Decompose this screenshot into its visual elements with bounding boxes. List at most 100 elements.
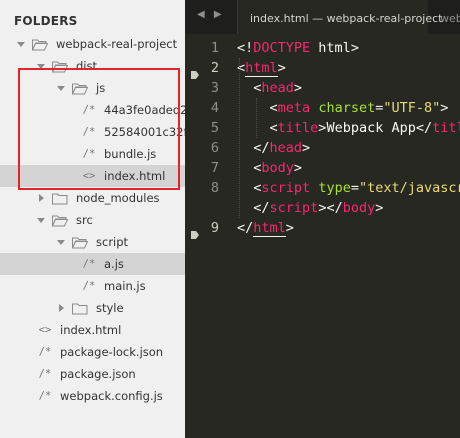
code-token: ></ (318, 200, 343, 216)
code-token: "text/javascript" (358, 180, 460, 196)
script-file-icon: /* (82, 126, 96, 138)
code-token: > (375, 200, 384, 216)
folders-title: FOLDERS (14, 14, 78, 28)
tree-item-label: package.json (60, 367, 136, 381)
editor: ◀ ▶ index.html — webpack-real-project we… (185, 0, 460, 438)
code-token: </ (253, 140, 270, 156)
folder-open-icon (32, 38, 48, 51)
code-token: < (269, 100, 278, 116)
folder-row[interactable]: src (0, 209, 185, 231)
tab-active[interactable]: index.html — webpack-real-project (238, 0, 443, 34)
file-row[interactable]: /* webpack.config.js (0, 385, 185, 407)
script-file-icon: /* (82, 258, 96, 270)
file-row[interactable]: /* a.js (0, 253, 185, 275)
disclosure-open-icon[interactable] (56, 83, 66, 93)
code-token: body (261, 160, 294, 176)
indent-guide (256, 98, 257, 138)
file-row[interactable]: /* main.js (0, 275, 185, 297)
tree-item-label: bundle.js (104, 147, 157, 161)
code-token: charset (318, 100, 376, 116)
code-token: meta (277, 100, 311, 116)
file-row[interactable]: /* package.json (0, 363, 185, 385)
bookmark-tag-icon[interactable] (191, 64, 199, 79)
disclosure-open-icon[interactable] (36, 61, 46, 71)
tree-item-label: a.js (104, 257, 124, 271)
html-file-icon: <> (38, 324, 52, 336)
folder-row[interactable]: script (0, 231, 185, 253)
code-line: <body> (237, 158, 302, 178)
code-line: <html> (237, 58, 286, 78)
code-token: > (350, 40, 359, 56)
indent-guide (239, 58, 240, 218)
code-token: </ (415, 120, 433, 136)
tree-item-label: webpack.config.js (60, 389, 163, 403)
code-token: > (302, 140, 311, 156)
disclosure-open-icon[interactable] (36, 215, 46, 225)
folder-row[interactable]: style (0, 297, 185, 319)
file-row[interactable]: <> index.html (0, 165, 185, 187)
disclosure-closed-icon[interactable] (36, 193, 46, 203)
line-number: 8 (210, 180, 219, 196)
code-line: <head> (237, 78, 302, 98)
code-token: script (269, 200, 319, 216)
code-line: <script type="text/javascript"> (237, 178, 460, 198)
tab-second[interactable]: web (440, 12, 460, 25)
file-row[interactable]: /* 52584001c32fda82... (0, 121, 185, 143)
code-line: <meta charset="UTF-8"> (237, 98, 449, 118)
line-number: 3 (210, 80, 219, 96)
tab-bar: ◀ ▶ index.html — webpack-real-project we… (185, 0, 460, 34)
code-token: title (432, 120, 460, 136)
code-token: body (342, 200, 376, 216)
code-token: </ (237, 220, 254, 236)
folder-open-icon (52, 214, 68, 227)
code-token: > (277, 60, 286, 76)
code-token: <! (237, 40, 254, 56)
tree-item-label: dist (76, 59, 97, 73)
bookmark-tag-icon[interactable] (191, 224, 199, 239)
disclosure-open-icon[interactable] (16, 39, 26, 49)
code-token: head (269, 140, 303, 156)
line-number: 5 (210, 120, 219, 136)
code-line: <title>Webpack App</title> (237, 118, 460, 138)
tree-item-label: 52584001c32fda82... (104, 125, 185, 139)
code-token: > (285, 220, 294, 236)
tree-item-label: node_modules (76, 191, 160, 205)
file-row[interactable]: /* package-lock.json (0, 341, 185, 363)
folder-open-icon (72, 82, 88, 95)
tree-item-label: style (96, 301, 124, 315)
tree-item-label: script (96, 235, 129, 249)
code-token: html (245, 60, 278, 77)
script-file-icon: /* (38, 368, 52, 380)
file-row[interactable]: /* bundle.js (0, 143, 185, 165)
tab-active-label: index.html — webpack-real-project (250, 12, 443, 25)
disclosure-open-icon[interactable] (56, 237, 66, 247)
code-token: DOCTYPE (253, 40, 311, 56)
html-file-icon: <> (82, 170, 96, 182)
file-row[interactable]: /* 44a3fe0aded271c63... (0, 99, 185, 121)
folder-row[interactable]: node_modules (0, 187, 185, 209)
folder-row[interactable]: js (0, 77, 185, 99)
folder-open-icon (72, 236, 88, 249)
folder-row[interactable]: dist (0, 55, 185, 77)
folder-row[interactable]: webpack-real-project (0, 33, 185, 55)
script-file-icon: /* (38, 390, 52, 402)
code-token: type (318, 180, 351, 196)
file-row[interactable]: <> index.html (0, 319, 185, 341)
code-token: </ (253, 200, 270, 216)
folder-icon (72, 302, 88, 315)
tree-item-label: index.html (60, 323, 122, 337)
code-token: > (293, 160, 303, 176)
tree-item-label: src (76, 213, 93, 227)
code-token: > (293, 80, 303, 96)
code-token: html (253, 220, 286, 237)
disclosure-closed-icon[interactable] (56, 303, 66, 313)
tree-item-label: index.html (104, 169, 166, 183)
tree-item-label: webpack-real-project (56, 37, 178, 51)
line-number: 7 (210, 160, 219, 176)
code-line: <!DOCTYPE html> (237, 38, 359, 58)
folder-open-icon (52, 60, 68, 73)
code-token: head (261, 80, 294, 96)
line-gutter: 123456789 (185, 34, 233, 438)
tab-nav-arrows[interactable]: ◀ ▶ (197, 9, 225, 20)
